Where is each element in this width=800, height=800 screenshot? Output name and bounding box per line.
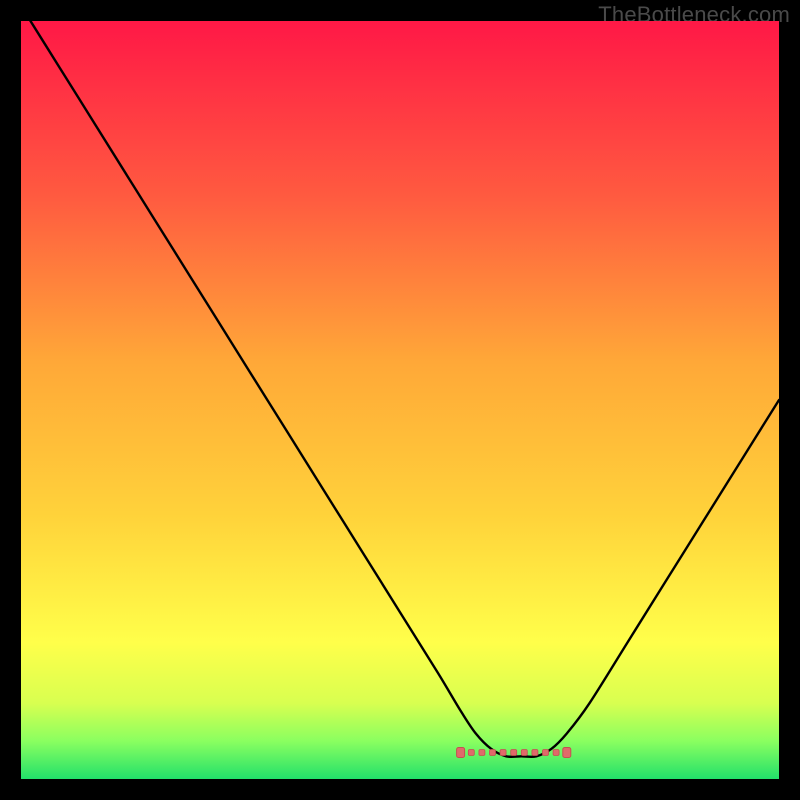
chart-background-gradient [21, 21, 779, 779]
optimal-marker-end [457, 748, 465, 758]
optimal-marker [500, 750, 506, 756]
optimal-marker [479, 750, 485, 756]
chart-frame: TheBottleneck.com [0, 0, 800, 800]
optimal-marker [468, 750, 474, 756]
optimal-marker [543, 750, 549, 756]
optimal-marker-end [563, 748, 571, 758]
chart-plot-area [21, 21, 779, 779]
optimal-marker [532, 750, 538, 756]
chart-svg [21, 21, 779, 779]
optimal-marker [553, 750, 559, 756]
optimal-marker [490, 750, 496, 756]
optimal-marker [521, 750, 527, 756]
optimal-marker [511, 750, 517, 756]
